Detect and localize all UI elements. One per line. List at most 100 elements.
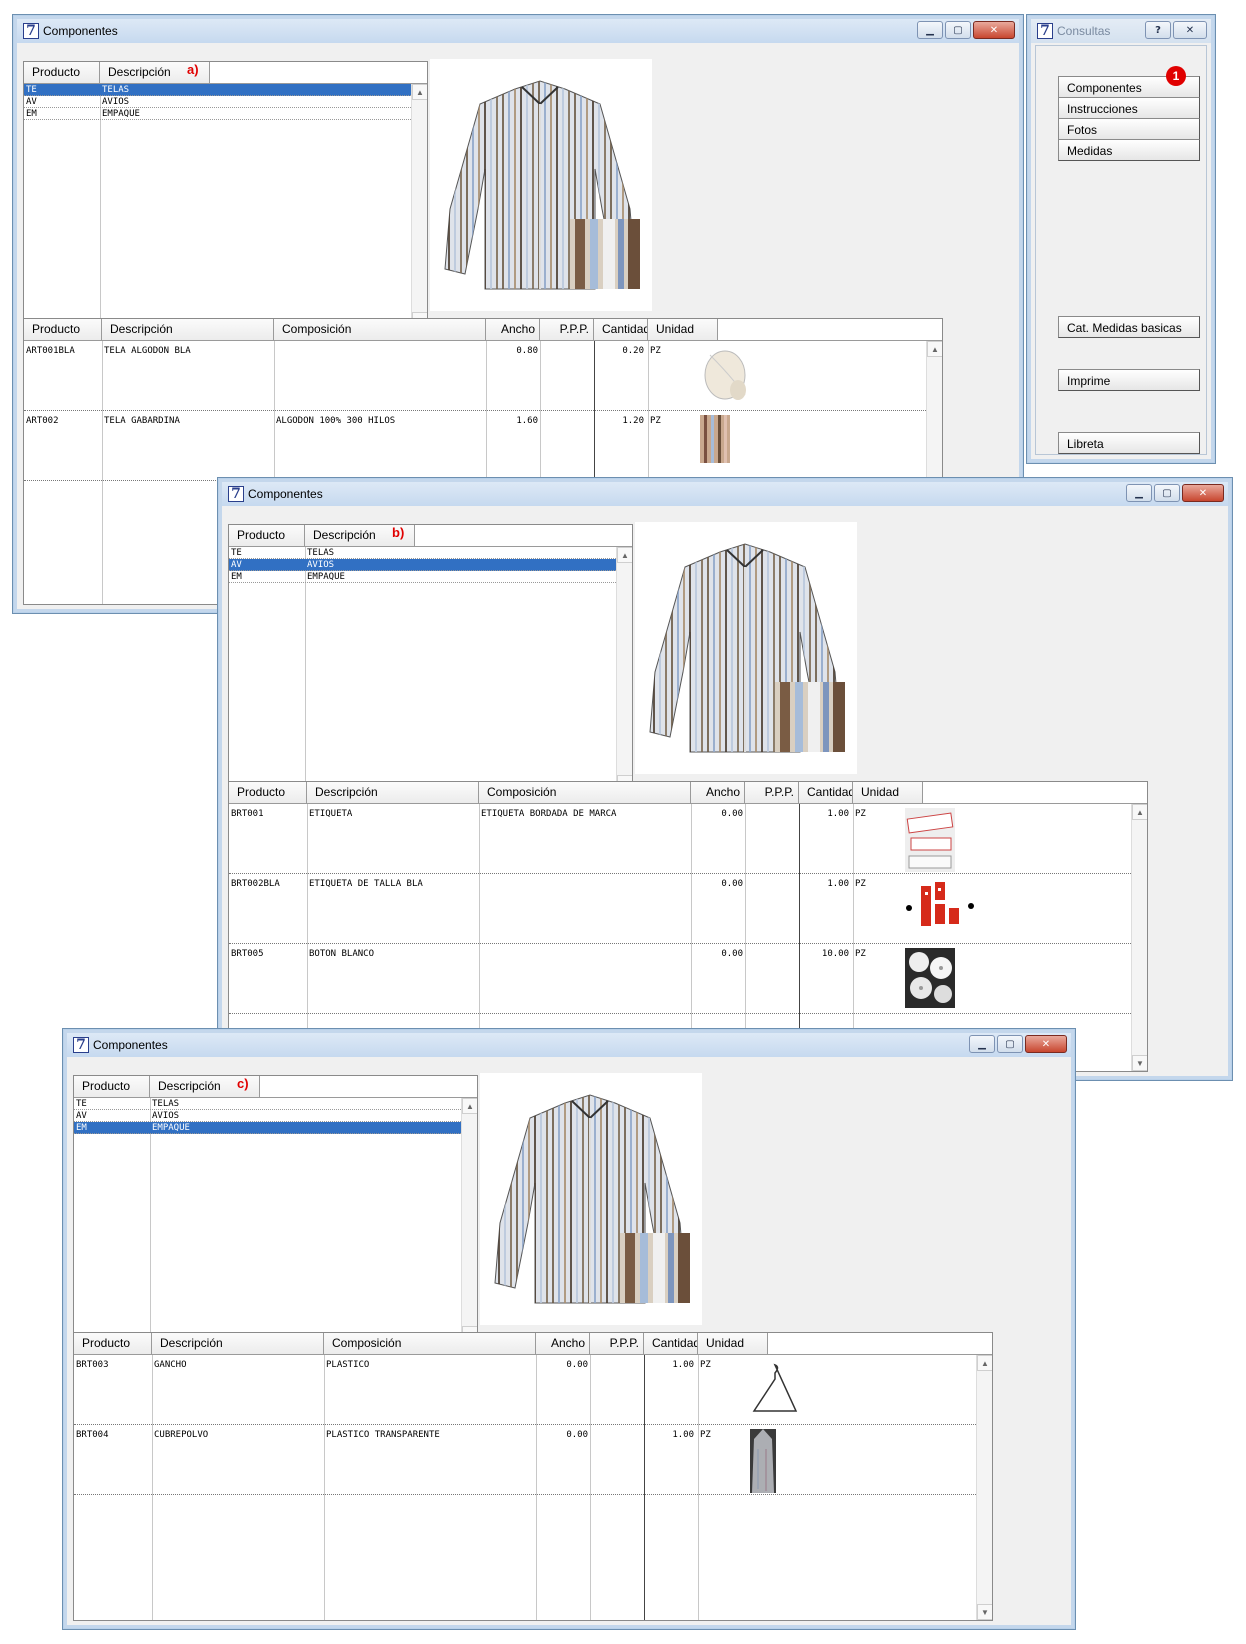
column-header-producto[interactable]: Producto: [24, 62, 100, 83]
category-row[interactable]: AV AVIOS: [229, 559, 616, 571]
category-grid[interactable]: Producto Descripción TE TELAS AV AVIOS E…: [23, 61, 428, 329]
components-scrollbar[interactable]: ▲ ▼: [1131, 804, 1147, 1071]
cat-medidas-basicas-button[interactable]: Cat. Medidas basicas: [1058, 316, 1200, 338]
scroll-up-icon[interactable]: ▲: [977, 1355, 992, 1371]
medidas-button[interactable]: Medidas: [1058, 139, 1200, 161]
cell-ancho: 0.00: [566, 1430, 588, 1440]
category-row[interactable]: AV AVIOS: [24, 96, 411, 108]
help-button[interactable]: ?: [1145, 21, 1171, 39]
cell-unidad: PZ: [700, 1430, 711, 1440]
component-row[interactable]: ART001BLA TELA ALGODON BLA 0.80 0.20 PZ: [24, 341, 926, 411]
cell-composicion: ETIQUETA BORDADA DE MARCA: [481, 809, 617, 819]
scroll-down-icon[interactable]: ▼: [1132, 1055, 1147, 1071]
category-code: EM: [76, 1123, 87, 1133]
column-header-composicion[interactable]: Composición: [479, 782, 691, 803]
component-row[interactable]: ART002 TELA GABARDINA ALGODON 100% 300 H…: [24, 411, 926, 481]
column-header-composicion[interactable]: Composición: [324, 1333, 536, 1354]
category-scrollbar[interactable]: ▲ ▼: [461, 1098, 477, 1342]
maximize-button[interactable]: ▢: [1154, 484, 1180, 502]
category-row[interactable]: TE TELAS: [24, 84, 411, 96]
column-header-composicion[interactable]: Composición: [274, 319, 486, 340]
close-button[interactable]: ✕: [1025, 1035, 1067, 1053]
cell-producto: BRT001: [231, 809, 264, 819]
column-header-producto[interactable]: Producto: [229, 782, 307, 803]
garment-bag-icon: [750, 1429, 776, 1496]
componentes-window: 7 Componentes ▁ ▢ ✕ Producto Descripción…: [62, 1028, 1076, 1630]
cell-ancho: 0.00: [721, 879, 743, 889]
category-code: AV: [231, 560, 242, 570]
scroll-up-icon[interactable]: ▲: [1132, 804, 1147, 820]
minimize-button[interactable]: ▁: [917, 21, 943, 39]
imprime-button[interactable]: Imprime: [1058, 369, 1200, 391]
scroll-up-icon[interactable]: ▲: [927, 341, 942, 357]
componentes-titlebar[interactable]: 7 Componentes ▁ ▢ ✕: [17, 19, 1019, 43]
maximize-button[interactable]: ▢: [997, 1035, 1023, 1053]
cell-descripcion: ETIQUETA: [309, 809, 353, 819]
cell-cantidad: 1.00: [827, 809, 849, 819]
column-header-ancho[interactable]: Ancho: [486, 319, 540, 340]
column-header-producto[interactable]: Producto: [74, 1333, 152, 1354]
consultas-titlebar[interactable]: 7 Consultas ? ✕: [1031, 19, 1211, 43]
component-row[interactable]: BRT004 CUBREPOLVO PLASTICO TRANSPARENTE …: [74, 1425, 976, 1495]
scroll-up-icon[interactable]: ▲: [617, 547, 632, 563]
category-scrollbar[interactable]: ▲ ▼: [411, 84, 427, 328]
close-button[interactable]: ✕: [973, 21, 1015, 39]
scroll-down-icon[interactable]: ▼: [977, 1604, 992, 1620]
column-header-ancho[interactable]: Ancho: [536, 1333, 590, 1354]
column-header-cantidad[interactable]: Cantidad: [644, 1333, 698, 1354]
consultas-title: Consultas: [1057, 24, 1111, 38]
cell-producto: ART001BLA: [26, 346, 75, 356]
fotos-button[interactable]: Fotos: [1058, 118, 1200, 140]
category-scrollbar[interactable]: ▲ ▼: [616, 547, 632, 791]
category-grid[interactable]: Producto Descripción TE TELAS AV AVIOS E…: [228, 524, 633, 792]
column-header-producto[interactable]: Producto: [229, 525, 305, 546]
category-row[interactable]: AV AVIOS: [74, 1110, 461, 1122]
components-grid[interactable]: Producto Descripción Composición Ancho P.P.P…: [73, 1332, 993, 1621]
scroll-up-icon[interactable]: ▲: [412, 84, 427, 100]
column-header-ppp[interactable]: P.P.P.: [540, 319, 594, 340]
consultas-window: 7 Consultas ? ✕ Componentes Instruccione…: [1026, 14, 1216, 464]
column-header-producto[interactable]: Producto: [74, 1076, 150, 1097]
column-header-ppp[interactable]: P.P.P.: [745, 782, 799, 803]
maximize-button[interactable]: ▢: [945, 21, 971, 39]
componentes-titlebar[interactable]: 7 Componentes ▁ ▢ ✕: [67, 1033, 1071, 1057]
component-row[interactable]: BRT003 GANCHO PLASTICO 0.00 1.00 PZ: [74, 1355, 976, 1425]
column-header-unidad[interactable]: Unidad: [853, 782, 923, 803]
column-header-descripcion[interactable]: Descripción: [102, 319, 274, 340]
cell-descripcion: TELA GABARDINA: [104, 416, 180, 426]
category-row[interactable]: EM EMPAQUE: [24, 108, 411, 120]
header-filler: [415, 525, 632, 546]
libreta-button[interactable]: Libreta: [1058, 432, 1200, 454]
category-row[interactable]: TE TELAS: [74, 1098, 461, 1110]
header-filler: [260, 1076, 477, 1097]
componentes-titlebar[interactable]: 7 Componentes ▁ ▢ ✕: [222, 482, 1228, 506]
column-header-descripcion[interactable]: Descripción: [152, 1333, 324, 1354]
category-row[interactable]: EM EMPAQUE: [74, 1122, 461, 1134]
column-header-ppp[interactable]: P.P.P.: [590, 1333, 644, 1354]
column-header-cantidad[interactable]: Cantidad: [594, 319, 648, 340]
instrucciones-button[interactable]: Instrucciones: [1058, 97, 1200, 119]
components-grid-header: Producto Descripción Composición Ancho P.P.P…: [74, 1333, 992, 1355]
column-header-producto[interactable]: Producto: [24, 319, 102, 340]
column-header-unidad[interactable]: Unidad: [648, 319, 718, 340]
component-row[interactable]: BRT001 ETIQUETA ETIQUETA BORDADA DE MARC…: [229, 804, 1131, 874]
components-scrollbar[interactable]: ▲ ▼: [976, 1355, 992, 1620]
consultas-close-button[interactable]: ✕: [1173, 21, 1207, 39]
category-grid[interactable]: Producto Descripción TE TELAS AV AVIOS E…: [73, 1075, 478, 1343]
cell-producto: BRT005: [231, 949, 264, 959]
category-row[interactable]: EM EMPAQUE: [229, 571, 616, 583]
category-code: AV: [76, 1111, 87, 1121]
close-button[interactable]: ✕: [1182, 484, 1224, 502]
minimize-button[interactable]: ▁: [969, 1035, 995, 1053]
column-header-unidad[interactable]: Unidad: [698, 1333, 768, 1354]
header-filler: [768, 1333, 992, 1354]
component-row[interactable]: BRT002BLA ETIQUETA DE TALLA BLA 0.00 1.0…: [229, 874, 1131, 944]
cell-descripcion: TELA ALGODON BLA: [104, 346, 191, 356]
scroll-up-icon[interactable]: ▲: [462, 1098, 477, 1114]
category-row[interactable]: TE TELAS: [229, 547, 616, 559]
column-header-cantidad[interactable]: Cantidad: [799, 782, 853, 803]
column-header-descripcion[interactable]: Descripción: [307, 782, 479, 803]
column-header-ancho[interactable]: Ancho: [691, 782, 745, 803]
minimize-button[interactable]: ▁: [1126, 484, 1152, 502]
component-row[interactable]: BRT005 BOTON BLANCO 0.00 10.00 PZ: [229, 944, 1131, 1014]
